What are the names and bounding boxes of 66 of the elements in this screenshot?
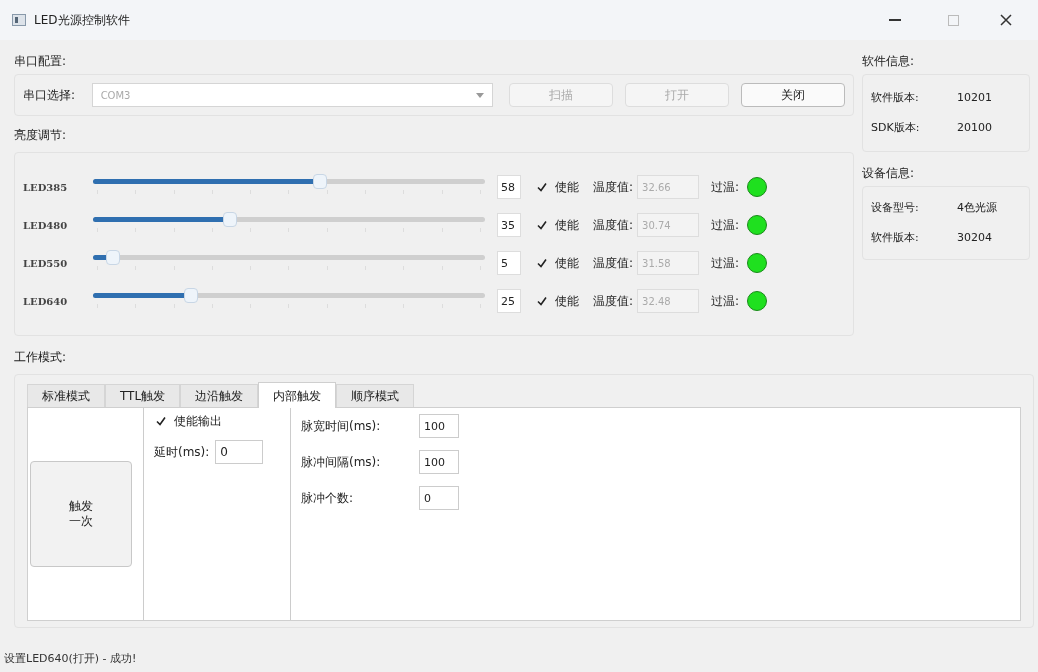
field-label: 过温: [711, 179, 740, 196]
section-heading: 亮度调节: [14, 127, 68, 144]
caret-icon [476, 92, 484, 98]
field-label: 脉冲个数: [301, 490, 355, 507]
checkbox[interactable] [535, 180, 549, 194]
app-icon [12, 14, 26, 26]
info-value: 20100 [957, 120, 992, 136]
field-label: 温度值: [593, 179, 634, 196]
checkbox-label: 使能 [555, 179, 579, 196]
checkbox[interactable] [535, 218, 549, 232]
mode-tab[interactable]: 顺序模式 [336, 384, 415, 407]
trigger-button[interactable]: 触发一次 [30, 461, 132, 567]
mode-tab[interactable]: 内部触发 [258, 382, 337, 408]
value-field[interactable]: 58 [497, 175, 521, 199]
checkbox[interactable] [535, 294, 549, 308]
field-label: 过温: [711, 217, 740, 234]
temperature-field: 31.58 [637, 251, 700, 275]
param-field[interactable]: 0 [419, 486, 459, 510]
mode-tab[interactable]: TTL触发 [105, 384, 181, 407]
checkbox-label: 使能 [555, 217, 579, 234]
info-value: 4色光源 [957, 199, 997, 216]
field-label: 过温: [711, 255, 740, 272]
field-label: 延时(ms): [154, 444, 210, 461]
mode-tab[interactable]: 边沿触发 [180, 384, 259, 407]
field-label: 温度值: [593, 217, 634, 234]
status-text: 设置LED640(打开) - 成功! [3, 650, 138, 667]
maximize-icon [947, 14, 959, 26]
field-label: 过温: [711, 293, 740, 310]
value-field[interactable]: 5 [497, 251, 521, 275]
channel-label: LED480 [23, 218, 69, 233]
checkbox-label: 使能 [555, 255, 579, 272]
checkbox-label: 使能输出 [174, 413, 222, 430]
delay-field[interactable]: 0 [215, 440, 264, 464]
field-label: 温度值: [593, 293, 634, 310]
temperature-field: 32.66 [637, 175, 700, 199]
checkbox-label: 使能 [555, 293, 579, 310]
info-value: 10201 [957, 89, 992, 106]
field-label: 温度值: [593, 255, 634, 272]
value-field[interactable]: 35 [497, 213, 521, 237]
mode-tab[interactable]: 标准模式 [27, 384, 105, 407]
info-label: 设备型号: [871, 199, 920, 216]
info-label: 软件版本: [871, 89, 920, 106]
param-field[interactable]: 100 [419, 450, 459, 474]
value-field[interactable]: 25 [497, 289, 521, 313]
temperature-field: 32.48 [637, 289, 700, 313]
minimize-icon [889, 19, 901, 21]
serial-button[interactable]: 关闭 [741, 83, 845, 107]
close-icon [1000, 14, 1012, 26]
field-label: 串口选择: [23, 87, 77, 104]
info-value: 30204 [957, 230, 992, 246]
field-label: 脉冲间隔(ms): [301, 454, 382, 471]
section-heading: 串口配置: [14, 53, 68, 70]
channel-label: LED550 [23, 256, 69, 271]
temperature-field: 30.74 [637, 213, 700, 237]
section-heading: 设备信息: [862, 165, 916, 182]
checkbox[interactable] [154, 414, 168, 428]
field-label: 脉宽时间(ms): [301, 418, 382, 435]
window-title: LED光源控制软件 [34, 12, 130, 29]
info-label: SDK版本: [871, 120, 921, 136]
channel-label: LED385 [23, 180, 69, 195]
param-field[interactable]: 100 [419, 414, 459, 438]
channel-label: LED640 [23, 294, 69, 309]
section-heading: 软件信息: [862, 53, 916, 70]
checkbox[interactable] [535, 256, 549, 270]
section-heading: 工作模式: [14, 349, 68, 366]
info-label: 软件版本: [871, 230, 920, 246]
